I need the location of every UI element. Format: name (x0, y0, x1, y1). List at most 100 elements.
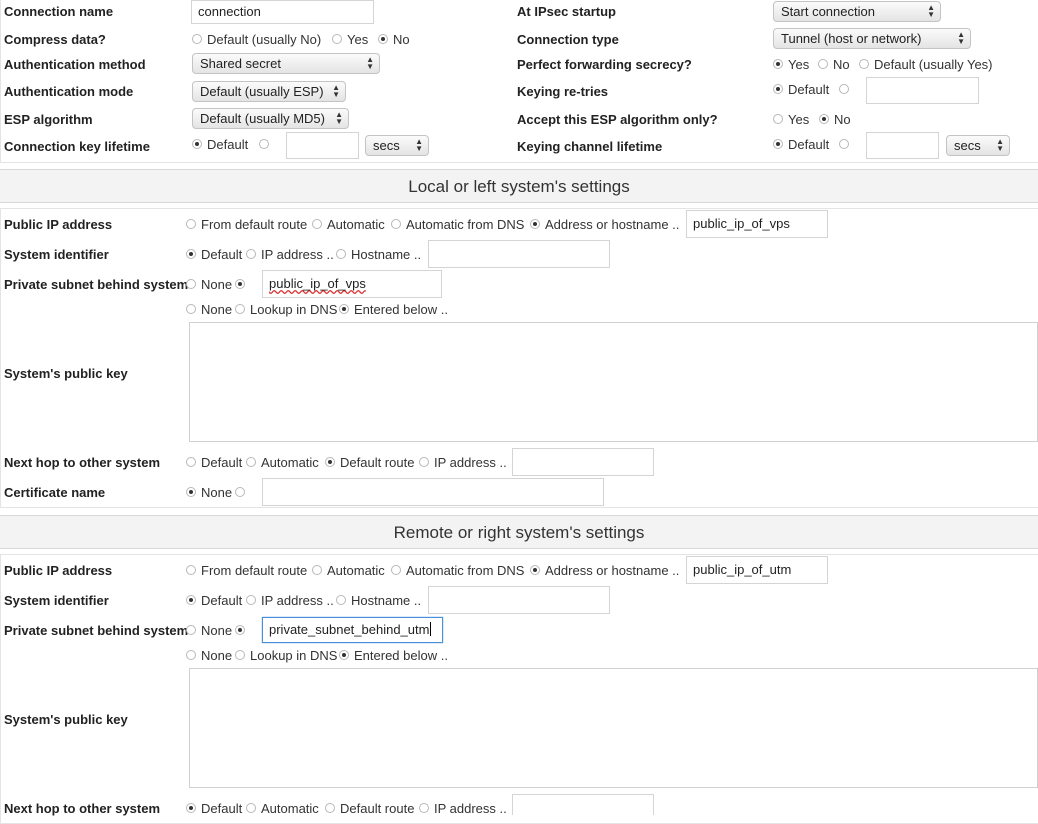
esp-algorithm-value: Default (usually MD5) (200, 111, 325, 126)
remote-key-entered-radio[interactable] (339, 650, 349, 660)
retries-default-radio[interactable] (773, 84, 783, 94)
remote-key-dns-radio[interactable] (235, 650, 245, 660)
local-key-dns-radio[interactable] (235, 304, 245, 314)
local-subnet-none-radio[interactable] (186, 279, 196, 289)
remote-nexthop-automatic-radio[interactable] (246, 803, 256, 813)
retries-custom-radio[interactable] (839, 84, 849, 94)
local-public-ip-automatic-radio[interactable] (312, 219, 322, 229)
local-nexthop-ip-radio[interactable] (419, 457, 429, 467)
local-sysid-default-radio[interactable] (186, 249, 196, 259)
local-key-none-text: None (201, 302, 233, 317)
remote-public-ip-default-route-radio[interactable] (186, 565, 196, 575)
local-subnet-custom-radio[interactable] (235, 279, 245, 289)
compress-yes-radio[interactable] (332, 34, 342, 44)
auth-mode-label: Authentication mode (4, 84, 134, 99)
local-public-ip-address-radio[interactable] (530, 219, 540, 229)
local-nexthop-default-route-radio[interactable] (325, 457, 335, 467)
local-nexthop-ip-text: IP address .. (434, 455, 507, 470)
startup-value: Start connection (781, 4, 875, 19)
key-lifetime-custom-radio[interactable] (259, 139, 269, 149)
keying-channel-input[interactable] (866, 132, 939, 159)
startup-select[interactable]: Start connection ▲ ▼ (773, 1, 941, 22)
local-cert-input[interactable] (262, 478, 604, 506)
pfs-no-radio[interactable] (818, 59, 828, 69)
pfs-default-radio[interactable] (859, 59, 869, 69)
startup-label: At IPsec startup (517, 4, 616, 19)
esp-only-yes-radio[interactable] (773, 114, 783, 124)
esp-only-no-radio[interactable] (819, 114, 829, 124)
remote-sysid-hostname-text: Hostname .. (351, 593, 422, 608)
remote-sysid-ip-radio[interactable] (246, 595, 256, 605)
connection-type-value: Tunnel (host or network) (781, 31, 922, 46)
compress-label: Compress data? (4, 32, 106, 47)
remote-nexthop-ip-radio[interactable] (419, 803, 429, 813)
local-nexthop-automatic-radio[interactable] (246, 457, 256, 467)
esp-algorithm-select[interactable]: Default (usually MD5) ▲ ▼ (192, 108, 349, 129)
compress-no-radio[interactable] (378, 34, 388, 44)
pfs-yes-radio[interactable] (773, 59, 783, 69)
retries-input[interactable] (866, 77, 979, 104)
local-public-ip-default-route-radio[interactable] (186, 219, 196, 229)
local-key-entered-radio[interactable] (339, 304, 349, 314)
connection-name-input[interactable]: connection (191, 0, 374, 24)
remote-subnet-none-radio[interactable] (186, 625, 196, 635)
local-nexthop-automatic-text: Automatic (261, 455, 319, 470)
keying-channel-label: Keying channel lifetime (517, 139, 663, 154)
remote-nexthop-default-route-radio[interactable] (325, 803, 335, 813)
remote-sysid-ip-text: IP address .. (261, 593, 334, 608)
auth-mode-select[interactable]: Default (usually ESP) ▲ ▼ (192, 81, 346, 102)
remote-sysid-hostname-radio[interactable] (336, 595, 346, 605)
compress-default-radio[interactable] (192, 34, 202, 44)
local-key-entered-text: Entered below .. (354, 302, 448, 317)
remote-pubkey-label: System's public key (4, 712, 128, 727)
local-key-none-radio[interactable] (186, 304, 196, 314)
remote-public-ip-default-route-text: From default route (201, 563, 308, 578)
local-subnet-input[interactable]: public_ip_of_vps (262, 270, 442, 298)
remote-sysid-input[interactable] (428, 586, 610, 614)
retries-label: Keying re-tries (517, 84, 609, 99)
select-arrows-icon: ▲ ▼ (335, 110, 343, 126)
keying-channel-custom-radio[interactable] (839, 139, 849, 149)
key-lifetime-unit-select[interactable]: secs ▲ ▼ (365, 135, 429, 156)
select-arrows-icon: ▲ ▼ (957, 30, 965, 46)
local-sysid-ip-radio[interactable] (246, 249, 256, 259)
local-pubkey-textarea[interactable] (189, 322, 1038, 442)
local-cert-custom-radio[interactable] (235, 487, 245, 497)
local-public-ip-label: Public IP address (4, 217, 113, 232)
select-arrows-icon: ▲ ▼ (996, 137, 1004, 153)
keying-channel-default-radio[interactable] (773, 139, 783, 149)
compress-yes-text: Yes (347, 32, 369, 47)
auth-method-select[interactable]: Shared secret ▲ ▼ (192, 53, 380, 74)
connection-type-select[interactable]: Tunnel (host or network) ▲ ▼ (773, 28, 971, 49)
local-sysid-hostname-radio[interactable] (336, 249, 346, 259)
remote-key-entered-text: Entered below .. (354, 648, 448, 663)
remote-key-none-radio[interactable] (186, 650, 196, 660)
key-lifetime-default-radio[interactable] (192, 139, 202, 149)
remote-pubkey-textarea[interactable] (189, 668, 1038, 788)
local-cert-none-radio[interactable] (186, 487, 196, 497)
local-public-ip-input[interactable]: public_ip_of_vps (686, 210, 828, 238)
key-lifetime-label: Connection key lifetime (4, 139, 150, 154)
local-public-ip-address-text: Address or hostname .. (545, 217, 680, 232)
remote-public-ip-input[interactable]: public_ip_of_utm (686, 556, 828, 584)
select-arrows-icon: ▲ ▼ (415, 137, 423, 153)
select-arrows-icon: ▲ ▼ (332, 83, 340, 99)
pfs-default-text: Default (usually Yes) (874, 57, 993, 72)
remote-nexthop-input[interactable] (512, 794, 654, 815)
keying-channel-unit-select[interactable]: secs ▲ ▼ (946, 135, 1010, 156)
remote-section-title: Remote or right system's settings (0, 515, 1038, 549)
local-public-ip-dns-radio[interactable] (391, 219, 401, 229)
local-nexthop-input[interactable] (512, 448, 654, 476)
local-sysid-hostname-text: Hostname .. (351, 247, 422, 262)
local-nexthop-default-radio[interactable] (186, 457, 196, 467)
esp-algorithm-label: ESP algorithm (4, 112, 93, 127)
remote-subnet-custom-radio[interactable] (235, 625, 245, 635)
local-sysid-input[interactable] (428, 240, 610, 268)
remote-subnet-input[interactable]: private_subnet_behind_utm (262, 617, 443, 643)
remote-nexthop-default-radio[interactable] (186, 803, 196, 813)
remote-public-ip-dns-radio[interactable] (391, 565, 401, 575)
key-lifetime-input[interactable] (286, 132, 359, 159)
remote-public-ip-address-radio[interactable] (530, 565, 540, 575)
remote-sysid-default-radio[interactable] (186, 595, 196, 605)
remote-public-ip-automatic-radio[interactable] (312, 565, 322, 575)
